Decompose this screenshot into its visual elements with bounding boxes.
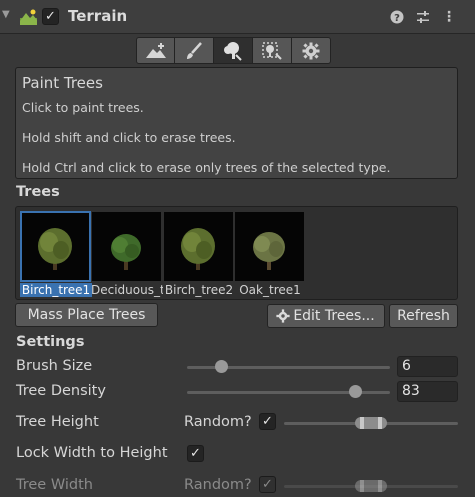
help-line: Click to paint trees. <box>22 100 144 115</box>
tree-width-label: Tree Width <box>16 477 93 493</box>
svg-text:?: ? <box>394 13 400 24</box>
tree-width-random-checkbox: ✓ <box>259 476 276 493</box>
edit-trees-label: Edit Trees... <box>293 308 375 324</box>
component-enabled-checkbox[interactable]: ✓ <box>42 8 59 25</box>
paint-trees-button[interactable] <box>214 37 253 64</box>
tree-density-label: Tree Density <box>16 383 106 399</box>
tree-thumbnail[interactable] <box>235 212 304 281</box>
tree-height-label: Tree Height <box>16 414 99 430</box>
help-icon[interactable]: ? <box>388 8 406 26</box>
foldout-arrow-icon[interactable]: ▼ <box>2 9 12 23</box>
tree-name-label: Birch_tree2 <box>164 283 234 297</box>
terrain-icon <box>20 9 37 25</box>
help-line: Hold shift and click to erase trees. <box>22 130 236 145</box>
component-title: Terrain <box>68 7 128 25</box>
tree-preview-icon <box>253 232 285 270</box>
tree-prototype-grid: Birch_tree1 Deciduous_tree Birch_tree2 O… <box>15 206 458 300</box>
paint-texture-button[interactable] <box>175 37 214 64</box>
tree-height-random-label: Random? <box>184 414 252 430</box>
help-line: Hold Ctrl and click to erase only trees … <box>22 160 391 175</box>
tree-name-label: Birch_tree1 <box>20 283 92 297</box>
brush-size-slider-thumb[interactable] <box>215 360 228 373</box>
paint-brush-icon <box>187 41 202 59</box>
tree-density-slider-thumb[interactable] <box>348 385 362 398</box>
refresh-button[interactable]: Refresh <box>389 304 458 328</box>
tree-preview-icon <box>111 234 141 270</box>
lock-width-label: Lock Width to Height <box>16 445 168 461</box>
terrain-tool-toolbar <box>136 37 331 64</box>
inspector-header: ▼ ✓ Terrain ? ⋮ <box>0 0 475 34</box>
kebab-menu-icon[interactable]: ⋮ <box>440 8 458 26</box>
paint-trees-icon <box>224 41 242 61</box>
tree-width-range-thumb <box>355 480 387 492</box>
tree-height-random-checkbox[interactable]: ✓ <box>259 413 276 430</box>
tree-density-field[interactable]: 83 <box>397 381 458 402</box>
tree-width-random-label: Random? <box>184 477 252 493</box>
tree-height-range-thumb[interactable] <box>355 417 387 429</box>
tool-help-box: Paint Trees Click to paint trees. Hold s… <box>15 67 458 179</box>
gear-icon <box>302 42 320 59</box>
tree-thumbnail[interactable] <box>20 211 91 282</box>
tree-preview-icon <box>181 228 215 270</box>
brush-size-label: Brush Size <box>16 358 93 374</box>
preset-sliders-icon[interactable] <box>414 8 432 26</box>
brush-size-field[interactable]: 6 <box>397 356 458 377</box>
raise-terrain-button[interactable] <box>136 37 175 64</box>
tree-name-label: Deciduous_tree <box>91 283 163 297</box>
edit-trees-button[interactable]: Edit Trees... <box>267 304 385 328</box>
lock-width-checkbox[interactable]: ✓ <box>187 445 204 462</box>
settings-heading: Settings <box>16 334 85 350</box>
gear-icon <box>276 309 290 323</box>
raise-terrain-icon <box>145 42 166 58</box>
terrain-settings-button[interactable] <box>292 37 331 64</box>
paint-details-icon <box>262 41 282 60</box>
tree-thumbnail[interactable] <box>164 212 233 281</box>
tree-preview-icon <box>38 228 72 270</box>
paint-details-button[interactable] <box>253 37 292 64</box>
tree-name-label: Oak_tree1 <box>239 283 301 297</box>
tool-title: Paint Trees <box>22 74 103 92</box>
tree-thumbnail[interactable] <box>92 212 161 281</box>
mass-place-trees-button[interactable]: Mass Place Trees <box>15 303 158 327</box>
trees-heading: Trees <box>16 184 60 200</box>
